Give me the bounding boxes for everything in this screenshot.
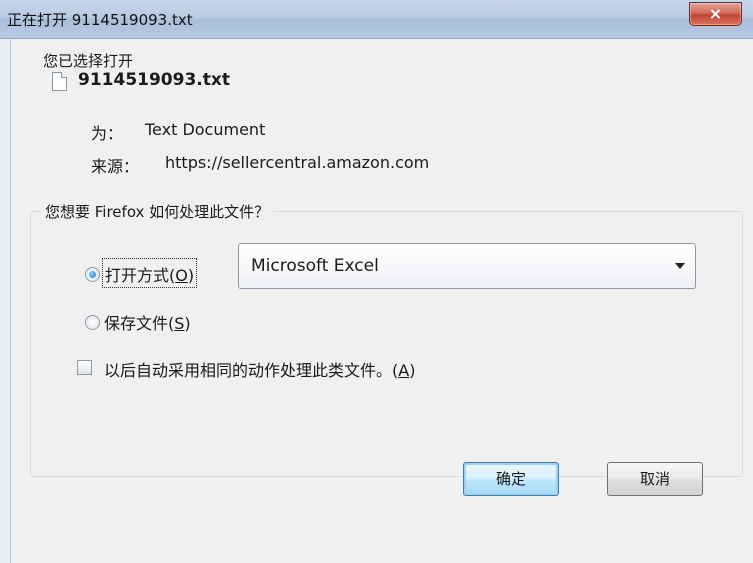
cancel-button[interactable]: 取消	[607, 462, 703, 496]
application-select[interactable]: Microsoft Excel	[238, 243, 696, 289]
save-file-label[interactable]: 保存文件(S)	[104, 310, 191, 334]
open-with-label[interactable]: 打开方式(O)	[102, 258, 198, 288]
close-icon: ×	[708, 4, 723, 23]
window-title: 正在打开 9114519093.txt	[7, 11, 193, 29]
source-label: 来源：	[91, 157, 140, 176]
application-select-value: Microsoft Excel	[251, 256, 379, 276]
ok-button[interactable]: 确定	[463, 462, 559, 496]
remember-choice-label[interactable]: 以后自动采用相同的动作处理此类文件。(A)	[104, 357, 415, 381]
open-with-text: 打开方式(O)	[105, 266, 195, 285]
type-label: 为：	[91, 124, 124, 143]
text-document-icon	[52, 72, 67, 91]
source-value: https://sellercentral.amazon.com	[165, 153, 430, 172]
open-with-radio[interactable]	[85, 267, 100, 282]
close-button[interactable]: ×	[689, 2, 742, 26]
chevron-down-icon	[675, 263, 685, 269]
title-bar: 正在打开 9114519093.txt ×	[0, 0, 753, 39]
type-value: Text Document	[145, 120, 266, 139]
action-group-label: 您想要 Firefox 如何处理此文件？	[41, 201, 274, 222]
remember-choice-checkbox[interactable]	[77, 360, 92, 375]
filename: 9114519093.txt	[78, 70, 230, 90]
save-file-radio[interactable]	[85, 315, 100, 330]
intro-text: 您已选择打开	[43, 52, 134, 70]
